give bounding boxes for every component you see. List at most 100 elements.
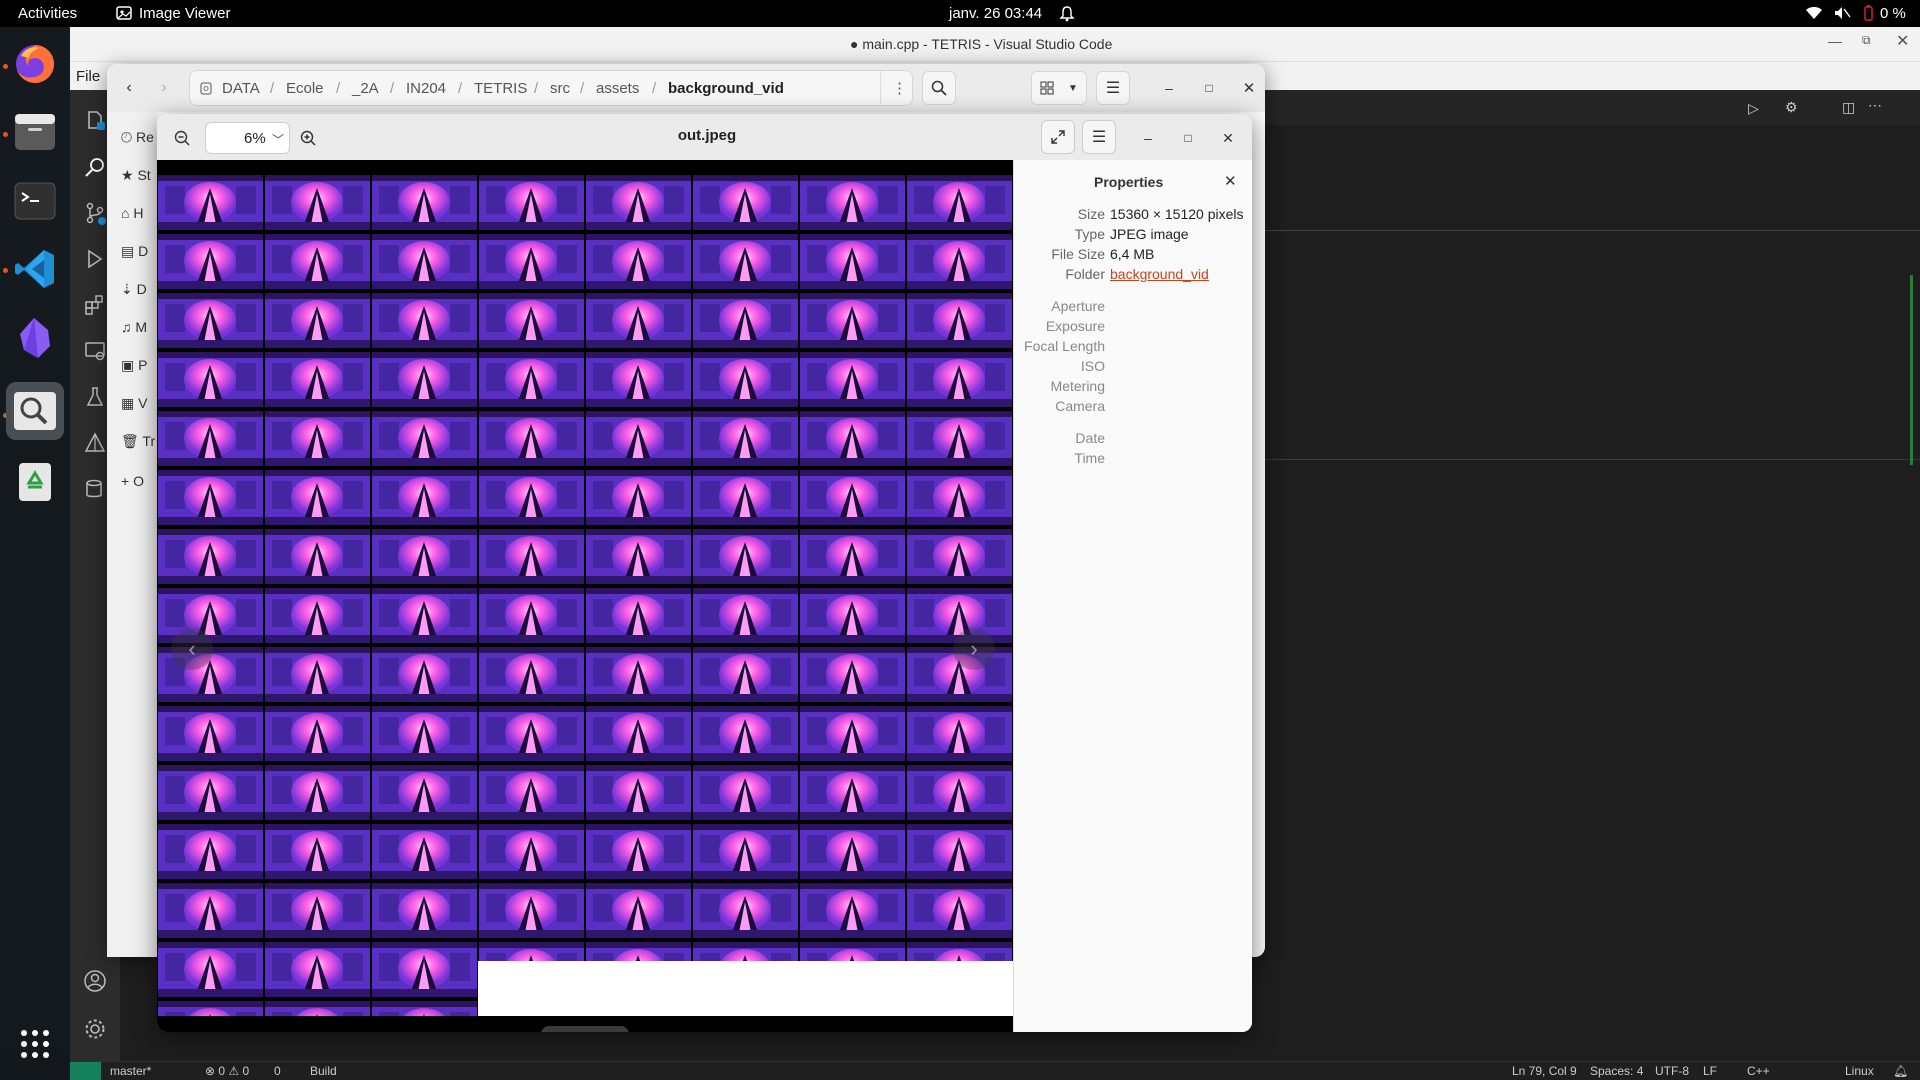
sidebar-item-documents[interactable]: ▤ D	[121, 243, 148, 260]
settings-gear-icon[interactable]	[79, 1013, 111, 1045]
property-label: File Size	[1051, 246, 1105, 262]
image-preview	[157, 174, 1013, 1016]
zoom-out-button[interactable]	[165, 121, 199, 155]
split-editor-icon[interactable]: ◫	[1842, 99, 1855, 116]
path-crumb[interactable]: src	[550, 80, 570, 97]
more-actions-icon[interactable]: ⋯	[1868, 97, 1882, 114]
sidebar-item-downloads[interactable]: ⇣ D	[121, 281, 147, 298]
sidebar-item-home[interactable]: ⌂ H	[121, 205, 143, 221]
main-menu-button[interactable]: ☰	[1096, 71, 1130, 105]
path-crumb[interactable]: TETRIS	[474, 80, 527, 97]
image-viewer-icon[interactable]	[6, 382, 64, 440]
maximize-button[interactable]: □	[1192, 71, 1226, 105]
property-row: Size 15360 × 15120 pixels	[1014, 206, 1252, 226]
zoom-in-button[interactable]	[291, 121, 325, 155]
rotation-controls	[541, 1026, 629, 1032]
app-menu[interactable]: Image Viewer	[139, 5, 230, 22]
folder-link[interactable]: background_vid	[1110, 266, 1209, 282]
files-icon[interactable]	[11, 108, 59, 156]
build-button[interactable]: Build	[310, 1064, 337, 1078]
chevron-down-icon: ﹀	[272, 133, 285, 147]
files-sidebar: 🕘︎ Re ★ St ⌂ H ▤ D ⇣ D ♫ M ▣ P ▦ V 🗑︎ Tr…	[107, 112, 157, 957]
battery-empty-icon[interactable]	[1864, 5, 1873, 21]
fullscreen-button[interactable]	[1041, 120, 1075, 154]
close-properties-icon[interactable]: ✕	[1224, 172, 1237, 190]
path-crumb[interactable]: _2A	[352, 80, 379, 97]
maximize-button[interactable]: □	[1171, 121, 1205, 155]
problems-indicator[interactable]: ⊗ 0 ⚠ 0	[205, 1064, 249, 1078]
path-crumb[interactable]: IN204	[406, 80, 446, 97]
ports-count[interactable]: 0	[274, 1064, 281, 1078]
vscode-icon[interactable]	[11, 245, 59, 293]
path-separator: /	[580, 80, 585, 97]
sidebar-item-trash[interactable]: 🗑︎ Tr	[121, 433, 155, 450]
run-icon[interactable]: ▷	[1748, 100, 1759, 117]
minimize-button[interactable]: –	[1152, 71, 1186, 105]
sidebar-item-starred[interactable]: ★ St	[121, 167, 151, 184]
date-row: Time	[1014, 450, 1252, 470]
remote-indicator-icon[interactable]	[70, 1062, 101, 1080]
sidebar-item-videos[interactable]: ▦ V	[121, 395, 147, 412]
git-branch[interactable]: master*	[110, 1064, 151, 1078]
main-menu-button[interactable]: ☰	[1082, 120, 1116, 154]
zoom-level: 6%	[244, 130, 266, 147]
view-toggle-button[interactable]: ▼	[1031, 71, 1087, 105]
accounts-icon[interactable]	[79, 965, 111, 997]
back-button[interactable]: ‹	[112, 71, 146, 105]
status-bar: master* ⊗ 0 ⚠ 0 0 Build Ln 79, Col 9 Spa…	[70, 1061, 1920, 1080]
notifications-bell-icon[interactable]: 🔔︎	[1893, 1064, 1908, 1078]
property-value: JPEG image	[1110, 226, 1189, 242]
exif-row: Aperture	[1014, 298, 1252, 318]
files-headerbar: ‹ › DATA / Ecole / _2A / IN204 / TETRIS …	[107, 64, 1265, 112]
sidebar-item-label: H	[133, 205, 144, 221]
firefox-icon[interactable]	[11, 40, 59, 88]
show-apps-icon[interactable]	[11, 1020, 59, 1068]
path-menu-icon[interactable]: ⋮	[892, 79, 907, 97]
cursor-position[interactable]: Ln 79, Col 9	[1512, 1064, 1577, 1078]
drive-icon	[200, 82, 212, 95]
sidebar-item-label: St	[137, 167, 151, 183]
next-image-button[interactable]: ›	[953, 628, 995, 670]
path-crumb[interactable]: Ecole	[286, 80, 324, 97]
exif-row: ISO	[1014, 358, 1252, 378]
clock[interactable]: janv. 26 03:44	[949, 5, 1042, 22]
forward-button[interactable]: ›	[147, 71, 181, 105]
gear-icon[interactable]: ⚙	[1785, 99, 1798, 116]
properties-title: Properties	[1094, 174, 1164, 190]
previous-image-button[interactable]: ‹	[171, 628, 213, 670]
zoom-level-dropdown[interactable]: 6% ﹀	[205, 122, 290, 154]
path-separator: /	[652, 80, 657, 97]
minimize-button[interactable]: –	[1131, 121, 1165, 155]
path-crumb[interactable]: assets	[596, 80, 639, 97]
sidebar-item-music[interactable]: ♫ M	[121, 319, 147, 335]
path-crumb-current[interactable]: background_vid	[668, 80, 784, 97]
vscode-titlebar: ● main.cpp - TETRIS - Visual Studio Code…	[70, 27, 1920, 62]
restore-icon[interactable]: ⧉	[1862, 33, 1871, 48]
minimize-icon[interactable]: —	[1828, 33, 1842, 49]
path-crumb[interactable]: DATA	[222, 80, 260, 97]
sidebar-item-pictures[interactable]: ▣ P	[121, 357, 147, 374]
encoding[interactable]: UTF-8	[1655, 1064, 1689, 1078]
close-button[interactable]: ✕	[1232, 71, 1266, 105]
wifi-icon[interactable]	[1805, 6, 1823, 20]
trash-icon[interactable]	[11, 457, 59, 505]
close-icon[interactable]: ✕	[1896, 31, 1909, 51]
line-ending[interactable]: LF	[1703, 1064, 1717, 1078]
sidebar-item-recent[interactable]: 🕘︎ Re	[121, 129, 154, 146]
volume-muted-icon[interactable]	[1833, 6, 1851, 20]
search-button[interactable]	[922, 71, 956, 105]
property-value: 6,4 MB	[1110, 246, 1155, 262]
path-bar[interactable]: DATA / Ecole / _2A / IN204 / TETRIS / sr…	[189, 70, 913, 106]
image-canvas[interactable]: ‹ ›	[157, 160, 1013, 1032]
platform[interactable]: Linux	[1845, 1064, 1874, 1078]
image-title: out.jpeg	[677, 127, 737, 144]
close-button[interactable]: ✕	[1211, 121, 1245, 155]
obsidian-icon[interactable]	[11, 314, 59, 362]
indentation[interactable]: Spaces: 4	[1590, 1064, 1643, 1078]
sidebar-item-label: D	[136, 281, 147, 297]
menu-file[interactable]: File	[76, 68, 100, 85]
sidebar-item-other-locations[interactable]: + O	[121, 473, 144, 489]
activities-button[interactable]: Activities	[18, 5, 77, 22]
terminal-icon[interactable]	[11, 177, 59, 225]
language-mode[interactable]: C++	[1747, 1064, 1770, 1078]
